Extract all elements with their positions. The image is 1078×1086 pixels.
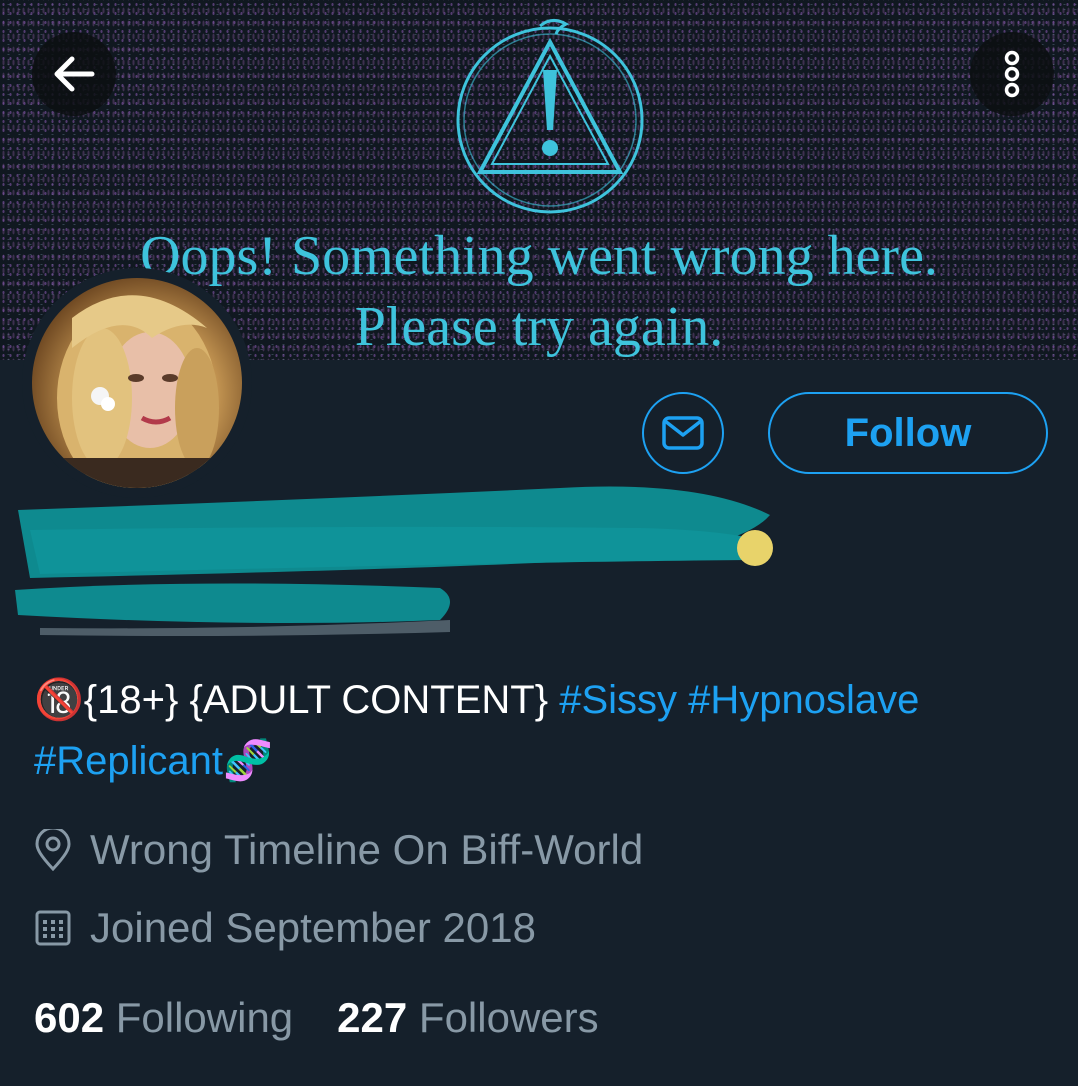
- hashtag-link[interactable]: #Replicant: [34, 739, 223, 783]
- redaction-scribble: [15, 486, 773, 636]
- joined-text: Joined September 2018: [90, 904, 536, 951]
- more-options-icon: [1004, 50, 1020, 98]
- back-button[interactable]: [32, 32, 116, 116]
- back-arrow-icon: [54, 56, 95, 92]
- dna-emoji: 🧬: [223, 739, 273, 783]
- followers-stat[interactable]: 227 Followers: [337, 994, 598, 1042]
- following-label: Following: [115, 994, 294, 1041]
- warning-triangle-icon: [456, 19, 644, 214]
- calendar-icon: [35, 910, 71, 946]
- hashtag-link[interactable]: #Hypnoslave: [688, 678, 919, 722]
- mail-icon: [662, 416, 704, 450]
- message-button[interactable]: [642, 392, 724, 474]
- more-options-button[interactable]: [970, 32, 1054, 116]
- bio-text: 🔞{18+} {ADULT CONTENT}: [34, 678, 560, 722]
- following-count: 602: [34, 994, 105, 1041]
- followers-label: Followers: [418, 994, 599, 1041]
- avatar[interactable]: [22, 268, 252, 498]
- follow-button[interactable]: Follow: [768, 392, 1048, 474]
- avatar-image: [32, 278, 242, 488]
- profile-stats: 602 Following 227 Followers: [34, 994, 643, 1042]
- location-text: Wrong Timeline On Biff-World: [90, 826, 644, 873]
- following-stat[interactable]: 602 Following: [34, 994, 293, 1042]
- profile-location: Wrong Timeline On Biff-World: [34, 826, 643, 874]
- profile-bio: 🔞{18+} {ADULT CONTENT} #Sissy #Hypnoslav…: [34, 670, 1044, 792]
- hashtag-link[interactable]: #Sissy: [559, 678, 677, 722]
- location-pin-icon: [35, 829, 71, 871]
- profile-join-date: Joined September 2018: [34, 904, 536, 952]
- followers-count: 227: [337, 994, 408, 1041]
